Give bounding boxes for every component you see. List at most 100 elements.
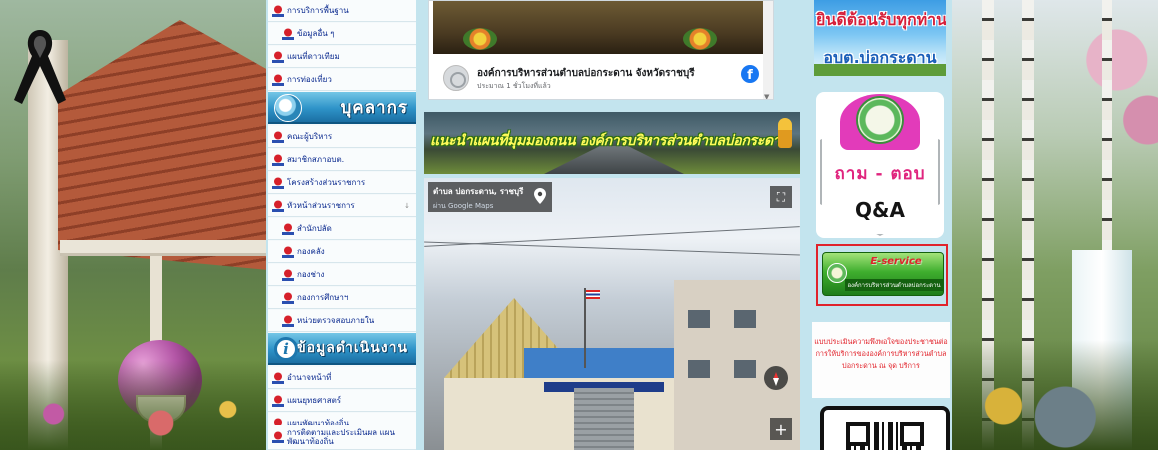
menu-item-internal-audit[interactable]: หน่วยตรวจสอบภายใน (268, 310, 416, 332)
menu-item-other-info[interactable]: ข้อมูลอื่น ๆ (268, 23, 416, 45)
menu-item-label: สมาชิกสภาอบต. (287, 155, 345, 164)
menu-item-label: โครงสร้างส่วนราชการ (287, 178, 366, 187)
flower-decoration (463, 28, 497, 50)
sidebar-menu: การบริการพื้นฐาน ข้อมูลอื่น ๆ แผนที่ดาวเ… (268, 0, 416, 450)
banner-text: แนะนำแผนที่มุมมองถนน องค์การบริหารส่วนตำ… (430, 133, 790, 149)
center-column: องค์การบริหารส่วนตำบลบ่อกระดาน จังหวัดรา… (420, 0, 804, 450)
menu-item-office-of-clerk[interactable]: สำนักปลัด (268, 218, 416, 240)
grass-strip (814, 64, 946, 76)
facebook-icon[interactable]: f (741, 65, 759, 83)
street-view-map[interactable]: ตำบล บ่อกระดาน, ราชบุรี ผ่าน Google Maps… (424, 178, 800, 450)
street-view-banner: แนะนำแผนที่มุมมองถนน องค์การบริหารส่วนตำ… (424, 112, 800, 174)
menu-header-title: บุคลากร (340, 97, 408, 118)
menu-item-label: การท่องเที่ยว (287, 75, 332, 84)
widget-scrollbar[interactable] (763, 1, 773, 99)
menu-item-engineering-division[interactable]: กองช่าง (268, 264, 416, 286)
facebook-page-name[interactable]: องค์การบริหารส่วนตำบลบ่อกระดาน จังหวัดรา… (477, 66, 695, 81)
office-building (444, 298, 684, 450)
e-service-subtitle: องค์การบริหารส่วนตำบลบ่อกระดาน (845, 279, 943, 291)
pegman-icon (778, 118, 792, 148)
pin-icon (272, 154, 284, 166)
menu-item-label: การติดตามและประเมินผล แผนพัฒนาท้องถิ่น (287, 428, 395, 446)
menu-item-plan-evaluation[interactable]: การติดตามและประเมินผล แผนพัฒนาท้องถิ่น (268, 425, 416, 450)
window (734, 310, 756, 328)
flower-decoration (683, 28, 717, 50)
fullscreen-button[interactable]: ⛶ (770, 186, 792, 208)
menu-item-org-structure[interactable]: โครงสร้างส่วนราชการ (268, 172, 416, 194)
facebook-post-time: ประมาณ 1 ชั่วโมงที่แล้ว (477, 82, 551, 90)
menu-item-satellite-map[interactable]: แผนที่ดาวเทียม (268, 46, 416, 68)
organization-logo (856, 96, 904, 144)
menu-header-personnel: บุคลากร (268, 92, 416, 124)
menu-item-tourism[interactable]: การท่องเที่ยว (268, 69, 416, 91)
menu-item-label: การบริการพื้นฐาน (287, 6, 349, 15)
pin-icon (272, 51, 284, 63)
qa-label: Q&A (855, 198, 905, 222)
main-container: การบริการพื้นฐาน ข้อมูลอื่น ๆ แผนที่ดาวเ… (266, 0, 952, 450)
pin-icon (272, 5, 284, 17)
facebook-avatar[interactable] (443, 65, 469, 91)
welcome-line-1: ยินดีต้อนรับทุกท่าน (816, 10, 946, 29)
menu-item-label: ข้อมูลอื่น ๆ (297, 29, 335, 38)
menu-header-title: ข้อมูลดำเนินงาน (296, 340, 408, 356)
window (734, 360, 756, 378)
menu-item-label: หัวหน้าส่วนราชการ (287, 201, 355, 210)
facebook-page-widget[interactable]: องค์การบริหารส่วนตำบลบ่อกระดาน จังหวัดรา… (428, 0, 774, 100)
satisfaction-survey-link[interactable]: แบบประเมินความพึงพอใจของประชาชนต่อการให้… (812, 322, 950, 398)
e-service-title: E-service (870, 256, 922, 267)
compass-icon[interactable] (764, 366, 788, 390)
menu-item-department-heads[interactable]: หัวหน้าส่วนราชการ ↓ (268, 195, 416, 217)
menu-item-label: กองการศึกษาฯ (297, 293, 349, 302)
qa-button[interactable]: ถาม - ตอบ Q&A (816, 92, 944, 238)
pin-icon (282, 292, 294, 304)
qr-code-icon (846, 422, 924, 450)
pin-icon (272, 74, 284, 86)
menu-item-basic-services[interactable]: การบริการพื้นฐาน (268, 0, 416, 22)
pin-icon (272, 431, 284, 443)
background-right-garden (952, 0, 1158, 450)
menu-item-label: กองช่าง (297, 270, 325, 279)
pin-icon (282, 269, 294, 281)
map-source-link[interactable]: ผ่าน Google Maps (433, 201, 547, 212)
thai-flag-icon (586, 290, 600, 299)
menu-header-operations: i ข้อมูลดำเนินงาน (268, 333, 416, 365)
menu-item-label: หน่วยตรวจสอบภายใน (297, 316, 375, 325)
menu-item-executives[interactable]: คณะผู้บริหาร (268, 126, 416, 148)
pin-icon (272, 131, 284, 143)
pin-icon (272, 177, 284, 189)
right-column: ยินดีต้อนรับทุกท่าน อบต.บ่อกระดาน ถาม - … (808, 0, 952, 450)
pin-icon (272, 372, 284, 384)
menu-item-education-division[interactable]: กองการศึกษาฯ (268, 287, 416, 309)
menu-item-label: คณะผู้บริหาร (287, 132, 333, 141)
menu-item-strategic-plan[interactable]: แผนยุทธศาสตร์ (268, 390, 416, 412)
survey-text: แบบประเมินความพึงพอใจของประชาชนต่อการให้… (814, 337, 948, 370)
pin-icon (282, 28, 294, 40)
menu-item-label: สำนักปลัด (297, 224, 332, 233)
window (688, 310, 710, 328)
map-pin-icon[interactable] (534, 188, 546, 204)
menu-item-finance-division[interactable]: กองคลัง (268, 241, 416, 263)
zoom-in-button[interactable]: + (770, 418, 792, 440)
pin-icon (282, 246, 294, 258)
map-location-title: ตำบล บ่อกระดาน, ราชบุรี (433, 187, 524, 196)
pin-icon (282, 315, 294, 327)
gazebo-roof (58, 20, 268, 270)
window (688, 360, 710, 378)
people-emblem-icon (274, 94, 302, 122)
menu-item-label: แผนยุทธศาสตร์ (287, 396, 342, 405)
info-icon: i (274, 337, 298, 361)
welcome-banner: ยินดีต้อนรับทุกท่าน อบต.บ่อกระดาน (814, 0, 946, 76)
mourning-ribbon-icon (14, 30, 66, 104)
qa-ask-label: ถาม - ตอบ (834, 164, 926, 184)
qr-code-card[interactable] (820, 406, 950, 450)
organization-logo-icon (827, 263, 847, 283)
chevron-down-icon: ↓ (404, 201, 410, 210)
gazebo-eave (60, 240, 268, 256)
flag-pole (584, 288, 586, 368)
menu-item-authority-duties[interactable]: อำนาจหน้าที่ (268, 367, 416, 389)
menu-item-label: อำนาจหน้าที่ (287, 373, 332, 382)
menu-item-council-members[interactable]: สมาชิกสภาอบต. (268, 149, 416, 171)
pin-icon (282, 223, 294, 235)
e-service-button[interactable]: E-service องค์การบริหารส่วนตำบลบ่อกระดาน (822, 252, 944, 296)
blue-roof (524, 348, 684, 378)
